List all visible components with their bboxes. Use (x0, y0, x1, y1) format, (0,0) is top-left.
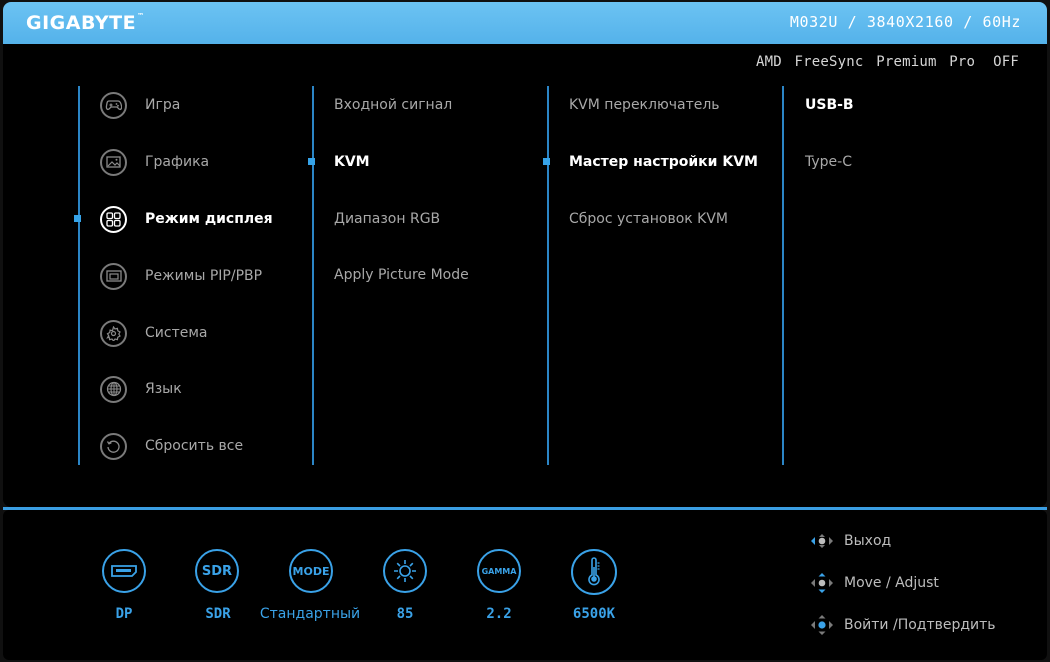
freesync-status: AMD FreeSync Premium Pro OFF (756, 54, 1019, 70)
brightness-icon (383, 549, 427, 593)
submenu1-item-apply-picture-mode[interactable]: Apply Picture Mode (334, 258, 469, 292)
submenu1-item-input-signal[interactable]: Входной сигнал (334, 88, 452, 122)
status-gamma-value: 2.2 (486, 606, 512, 622)
joystick-left-icon (811, 534, 833, 548)
main-menu-label: Графика (145, 154, 210, 170)
gamepad-icon (100, 91, 127, 119)
hint-label: Войти /Подтвердить (844, 617, 996, 633)
submenu-label: Apply Picture Mode (334, 267, 469, 283)
column-divider (782, 86, 784, 465)
selection-indicator (543, 158, 550, 165)
submenu3-item-usb-b[interactable]: USB-B (805, 88, 854, 122)
pip-icon (100, 262, 127, 290)
column-divider (78, 86, 80, 465)
submenu2-item-kvm-switch[interactable]: KVM переключатель (569, 88, 720, 122)
selection-indicator (74, 215, 81, 222)
column-divider (547, 86, 549, 465)
submenu-label: KVM (334, 154, 370, 170)
hint-enter-confirm: Войти /Подтвердить (809, 615, 996, 635)
main-menu-label: Игра (145, 97, 181, 113)
submenu-label: KVM переключатель (569, 97, 720, 113)
submenu-label: USB-B (805, 97, 854, 113)
thermometer-icon (571, 549, 617, 595)
main-menu-item-display-mode[interactable]: Режим дисплея (100, 202, 273, 236)
submenu1-item-rgb-range[interactable]: Диапазон RGB (334, 202, 440, 236)
hint-label: Move / Adjust (844, 575, 939, 591)
submenu-label: Сброс установок KVM (569, 211, 729, 227)
brand-logo: GIGABYTE™ (26, 12, 145, 34)
hint-move-adjust: Move / Adjust (809, 573, 939, 593)
freesync-value: OFF (993, 54, 1019, 70)
submenu-label: Входной сигнал (334, 97, 453, 113)
submenu2-item-kvm-wizard[interactable]: Мастер настройки KVM (569, 145, 758, 179)
submenu-label: Type-C (805, 154, 852, 170)
main-menu-label: Сбросить все (145, 438, 244, 454)
status-bar: DP SDR SDR MODE Стандартный 85 GAMMA 2.2… (3, 510, 1047, 660)
freesync-label: AMD FreeSync Premium Pro (756, 54, 976, 70)
submenu2-item-kvm-reset[interactable]: Сброс установок KVM (569, 202, 728, 236)
main-menu-item-pip-pbp[interactable]: Режимы PIP/PBP (100, 259, 262, 293)
main-menu-item-game[interactable]: Игра (100, 88, 180, 122)
display-grid-icon (100, 205, 127, 233)
hint-exit: Выход (809, 531, 891, 551)
status-color-temp-value: 6500K (572, 606, 616, 622)
reset-icon (100, 432, 127, 460)
model-info: M032U / 3840X2160 / 60Hz (789, 13, 1021, 31)
submenu1-item-kvm[interactable]: KVM (334, 145, 370, 179)
osd-menu-panel: GIGABYTE™ M032U / 3840X2160 / 60Hz AMD F… (3, 2, 1047, 507)
column-divider (312, 86, 314, 465)
joystick-updown-icon (811, 573, 833, 593)
status-brightness-value: 85 (396, 606, 414, 622)
status-hdr-value: SDR (205, 606, 231, 622)
joystick-press-icon (811, 615, 833, 635)
submenu3-item-type-c[interactable]: Type-C (805, 145, 852, 179)
status-input-value: DP (115, 606, 133, 622)
main-menu-label: Язык (145, 381, 182, 397)
main-menu-item-reset-all[interactable]: Сбросить все (100, 429, 243, 463)
gamma-icon: GAMMA (477, 549, 521, 593)
hint-label: Выход (844, 533, 892, 549)
selection-indicator (308, 158, 315, 165)
globe-icon (100, 375, 127, 403)
main-menu-item-language[interactable]: Язык (100, 372, 182, 406)
mode-icon: MODE (289, 549, 333, 593)
picture-icon (100, 148, 127, 176)
submenu-label: Диапазон RGB (334, 211, 441, 227)
header-bar: GIGABYTE™ M032U / 3840X2160 / 60Hz (3, 2, 1047, 44)
main-menu-label: Режимы PIP/PBP (145, 268, 263, 284)
gear-icon (100, 319, 127, 347)
sdr-icon: SDR (195, 549, 239, 593)
main-menu-label: Система (145, 325, 208, 341)
displayport-icon (102, 549, 146, 593)
main-menu-item-graphics[interactable]: Графика (100, 145, 209, 179)
main-menu-label: Режим дисплея (145, 211, 273, 227)
submenu-label: Мастер настройки KVM (569, 154, 758, 170)
main-menu-item-system[interactable]: Система (100, 316, 207, 350)
status-mode-value: Стандартный (259, 606, 361, 622)
